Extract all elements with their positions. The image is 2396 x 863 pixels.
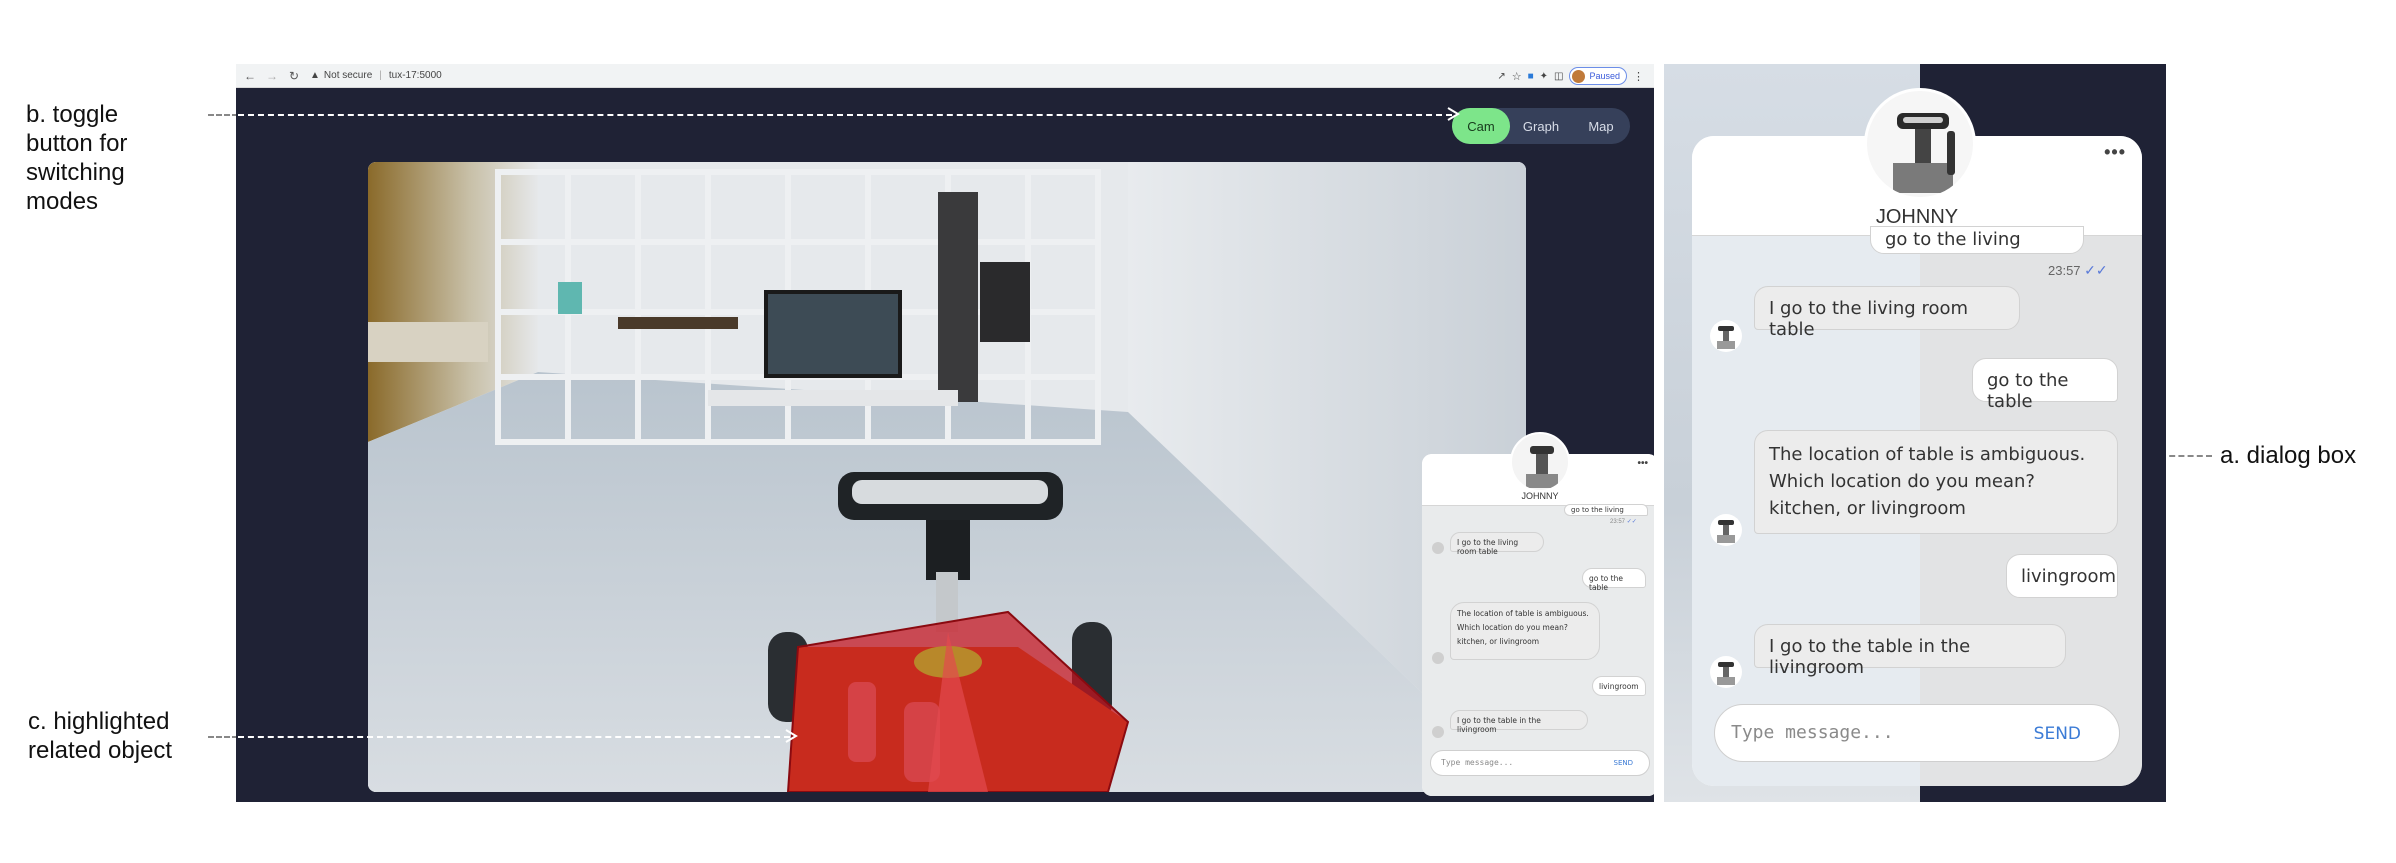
annotation-object-pointer	[238, 736, 790, 738]
extension-lock-icon[interactable]: ■	[1528, 71, 1534, 82]
small-bot-avatar-3	[1432, 726, 1444, 738]
puzzle-extension-icon[interactable]: ✦	[1540, 71, 1548, 82]
warning-triangle-icon: ▲	[310, 70, 320, 81]
small-msg-time: 23:57 ✓✓	[1610, 518, 1637, 525]
annotation-object-pointer-outside	[208, 736, 238, 738]
small-msg-user-1: go to the living room table	[1564, 504, 1648, 516]
browser-window: ← → ↻ ▲ Not secure | tux-17:5000 ↗ ☆ ■ ✦…	[236, 64, 1654, 802]
browser-toolbar: ← → ↻ ▲ Not secure | tux-17:5000 ↗ ☆ ■ ✦…	[236, 64, 1654, 88]
small-msg-user-2: go to the table	[1582, 568, 1646, 592]
big-send-button[interactable]: SEND	[2034, 724, 2081, 744]
big-dialog-box: JOHNNY ••• go to the living room table 2…	[1692, 136, 2142, 786]
forward-arrow-icon[interactable]: →	[264, 68, 280, 84]
annotation-object-arrow-icon	[785, 729, 798, 743]
dialog-zoom-panel: JOHNNY ••• go to the living room table 2…	[1664, 64, 2166, 802]
toggle-map[interactable]: Map	[1572, 108, 1630, 144]
annotation-dialog: a. dialog box	[2220, 442, 2357, 469]
address-bar[interactable]: ▲ Not secure | tux-17:5000	[310, 70, 442, 81]
annotation-object-line-2: related object	[28, 737, 173, 764]
small-dialog-box: JOHNNY ••• go to the living room table 2…	[1422, 432, 1654, 796]
url-text: tux-17:5000	[388, 70, 442, 81]
small-msg-user-3: livingroom	[1592, 676, 1646, 696]
small-msg-time-text: 23:57	[1610, 519, 1626, 525]
small-msg-bot-1: I go to the living room table	[1450, 532, 1544, 556]
annotation-object-line-1: c. highlighted	[28, 708, 170, 735]
big-msg-bot-3: I go to the table in the livingroom	[1754, 624, 2066, 678]
back-arrow-icon[interactable]: ←	[242, 68, 258, 84]
big-msg-user-2: go to the table	[1972, 358, 2118, 412]
star-icon[interactable]: ☆	[1512, 70, 1522, 83]
scene-render	[368, 162, 1526, 792]
toggle-graph[interactable]: Graph	[1510, 108, 1572, 144]
annotation-toggle-pointer	[238, 114, 1452, 116]
profile-button[interactable]: Paused	[1569, 67, 1627, 85]
small-input-placeholder: Type message...	[1441, 758, 1514, 767]
profile-status: Paused	[1589, 71, 1620, 81]
big-msg-bot-2: The location of table is ambiguous. Whic…	[1754, 430, 2118, 534]
profile-avatar	[1572, 69, 1586, 83]
big-menu-icon[interactable]: •••	[2104, 142, 2126, 163]
small-send-button[interactable]: SEND	[1614, 759, 1634, 767]
annotation-toggle-line-2: button for	[26, 130, 128, 157]
mode-toggle: Cam Graph Map	[1452, 108, 1630, 144]
annotation-toggle-arrow-icon	[1447, 107, 1460, 121]
small-menu-icon[interactable]: •••	[1637, 458, 1648, 469]
small-read-ticks-icon: ✓✓	[1626, 519, 1637, 525]
address-separator: |	[379, 70, 382, 81]
annotation-toggle-pointer-outside	[208, 114, 238, 116]
big-msg-user-3: livingroom	[2006, 554, 2118, 598]
small-message-input[interactable]: Type message... SEND	[1430, 750, 1650, 776]
annotation-toggle-line-1: b. toggle	[26, 101, 119, 128]
small-msg-bot-2: The location of table is ambiguous. Whic…	[1450, 602, 1600, 660]
big-msg-bot-1: I go to the living room table	[1754, 286, 2020, 340]
big-robot-avatar	[1864, 88, 1976, 200]
big-message-input[interactable]: Type message... SEND	[1714, 704, 2120, 762]
annotation-object: c. highlighted related object	[28, 707, 172, 765]
annotation-toggle-line-3: switching	[26, 159, 125, 186]
toolbar-actions: ↗ ☆ ■ ✦ ◫ Paused ⋮	[1497, 67, 1644, 85]
big-msg-time-text: 23:57	[2048, 263, 2081, 278]
small-bot-name: JOHNNY	[1521, 491, 1559, 501]
toggle-cam[interactable]: Cam	[1452, 108, 1510, 144]
small-msg-bot-3: I go to the table in the livingroom	[1450, 710, 1588, 734]
share-icon[interactable]: ↗	[1497, 71, 1505, 82]
big-msg-user-1: go to the living room table	[1870, 226, 2084, 254]
annotation-toggle: b. toggle button for switching modes	[26, 100, 127, 216]
big-bot-avatar-1	[1710, 320, 1742, 352]
big-read-ticks-icon: ✓✓	[2084, 262, 2108, 278]
security-status: Not secure	[323, 70, 373, 81]
big-bot-avatar-3	[1710, 656, 1742, 688]
annotation-dialog-pointer	[2160, 455, 2212, 457]
annotation-toggle-line-4: modes	[26, 188, 99, 215]
big-bot-avatar-2	[1710, 514, 1742, 546]
small-bot-avatar-2	[1432, 652, 1444, 664]
kebab-menu-icon[interactable]: ⋮	[1633, 70, 1644, 83]
camera-view	[368, 162, 1526, 792]
small-robot-avatar	[1510, 432, 1570, 492]
side-panel-icon[interactable]: ◫	[1554, 71, 1563, 82]
reload-icon[interactable]: ↻	[286, 68, 302, 84]
small-bot-avatar-1	[1432, 542, 1444, 554]
big-input-placeholder: Type message...	[1731, 722, 1894, 743]
figure-root: b. toggle button for switching modes c. …	[0, 0, 2396, 863]
big-msg-time: 23:57 ✓✓	[2048, 262, 2108, 279]
